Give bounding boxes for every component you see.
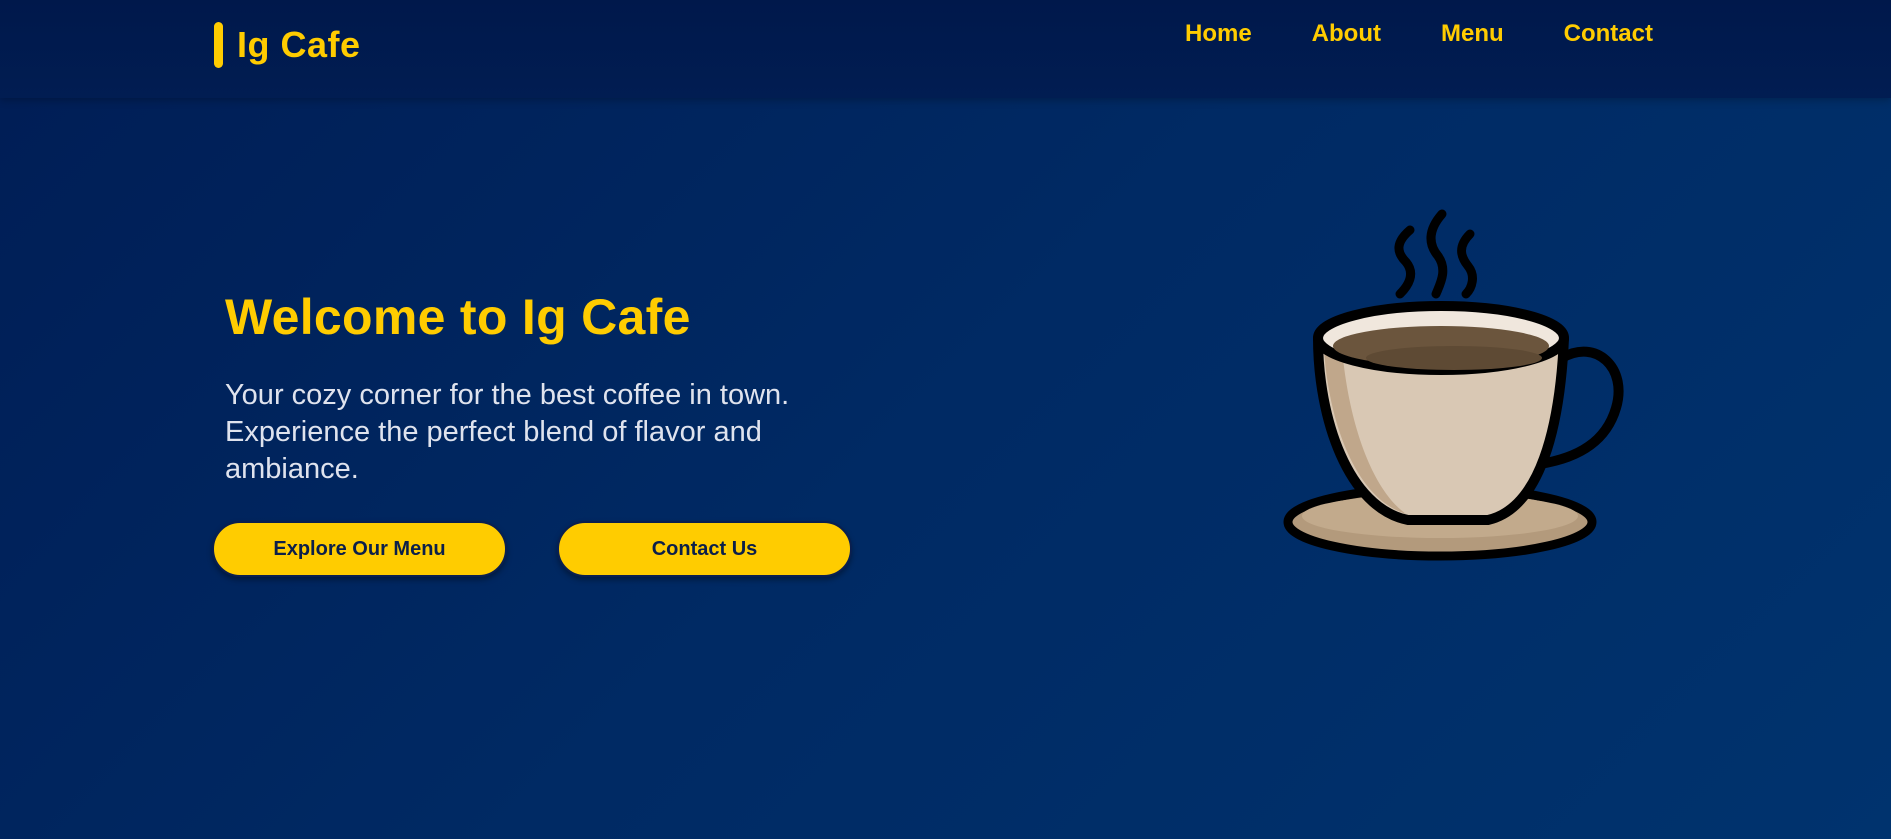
steam-middle (1426, 209, 1448, 299)
logo-accent-bar (214, 22, 223, 68)
brand-logo[interactable]: Ig Cafe (214, 22, 361, 68)
coffee-cup-icon (1283, 209, 1624, 561)
nav-link-contact[interactable]: Contact (1564, 16, 1653, 52)
contact-us-button[interactable]: Contact Us (557, 521, 852, 577)
nav-link-home[interactable]: Home (1185, 16, 1252, 52)
site-header: Ig Cafe Home About Menu Contact (0, 0, 1891, 98)
explore-menu-button[interactable]: Explore Our Menu (212, 521, 507, 577)
hero-subtitle: Your cozy corner for the best coffee in … (225, 379, 790, 485)
brand-name: Ig Cafe (237, 24, 361, 65)
main-nav: Home About Menu Contact (1125, 16, 1653, 52)
hero-title: Welcome to Ig Cafe (225, 289, 691, 345)
nav-link-menu[interactable]: Menu (1441, 16, 1504, 52)
steam-left (1394, 225, 1416, 299)
nav-link-about[interactable]: About (1312, 16, 1381, 52)
steam-right (1457, 229, 1477, 299)
